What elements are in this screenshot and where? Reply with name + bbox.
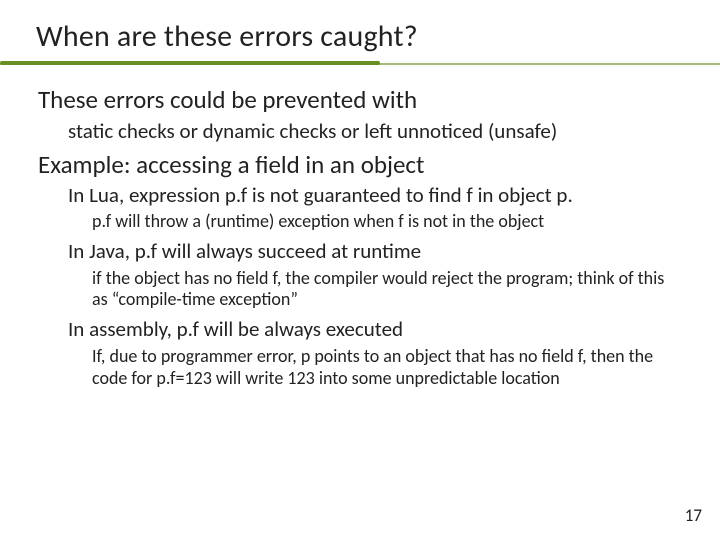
bullet-l1: These errors could be prevented with <box>38 85 684 115</box>
bullet-l1: Example: accessing a field in an object <box>38 150 684 180</box>
slide-title: When are these errors caught? <box>36 18 684 55</box>
slide-body: These errors could be prevented with sta… <box>36 85 684 390</box>
bullet-l2: In Lua, expression p.f is not guaranteed… <box>68 183 684 208</box>
bullet-l2: static checks or dynamic checks or left … <box>68 119 684 144</box>
bullet-l2: In assembly, p.f will be always executed <box>68 317 684 342</box>
bullet-l2: In Java, p.f will always succeed at runt… <box>68 239 684 264</box>
title-underline <box>36 61 684 67</box>
slide: When are these errors caught? These erro… <box>0 0 720 540</box>
bullet-l3: If, due to programmer error, p points to… <box>92 346 684 390</box>
bullet-l3: if the object has no field f, the compil… <box>92 268 684 312</box>
page-number: 17 <box>685 505 702 526</box>
bullet-l3: p.f will throw a (runtime) exception whe… <box>92 211 684 233</box>
